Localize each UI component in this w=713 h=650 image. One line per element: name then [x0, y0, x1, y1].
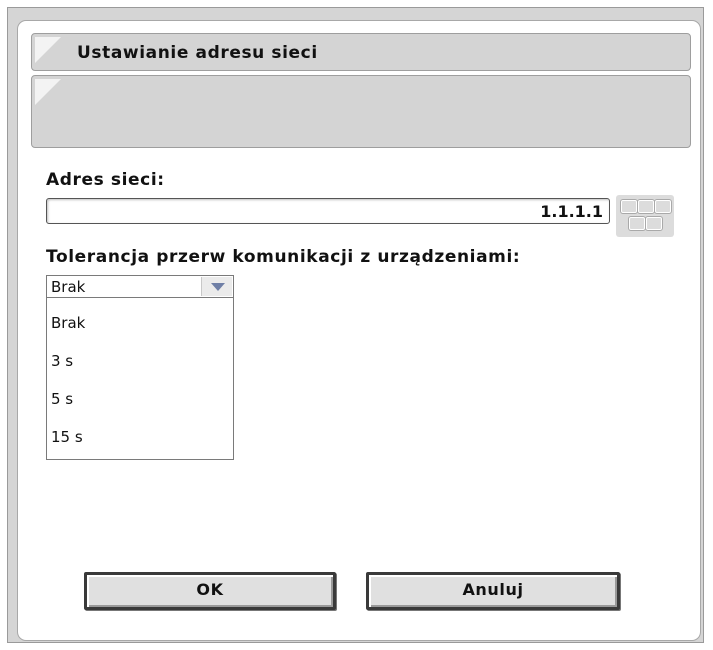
chevron-down-icon[interactable] — [201, 277, 232, 296]
dropdown-option-15s[interactable]: 15 s — [51, 428, 83, 446]
ok-button[interactable]: OK — [84, 572, 336, 610]
dialog-info-area — [31, 75, 691, 148]
dropdown-option-5s[interactable]: 5 s — [51, 390, 73, 408]
header-corner-decoration — [35, 37, 61, 63]
dropdown-option-brak[interactable]: Brak — [51, 314, 85, 332]
cancel-button[interactable]: Anuluj — [366, 572, 620, 610]
info-corner-decoration — [35, 79, 61, 105]
keypad-button[interactable] — [616, 195, 674, 237]
tolerance-label: Tolerancja przerw komunikacji z urządzen… — [46, 247, 521, 267]
tolerance-selected-value: Brak — [51, 278, 86, 296]
address-label: Adres sieci: — [46, 170, 165, 190]
tolerance-dropdown-list: Brak 3 s 5 s 15 s — [46, 298, 234, 460]
dropdown-option-3s[interactable]: 3 s — [51, 352, 73, 370]
dialog-title: Ustawianie adresu sieci — [77, 43, 318, 63]
tolerance-select[interactable]: Brak — [46, 275, 234, 298]
address-input[interactable] — [46, 198, 610, 224]
